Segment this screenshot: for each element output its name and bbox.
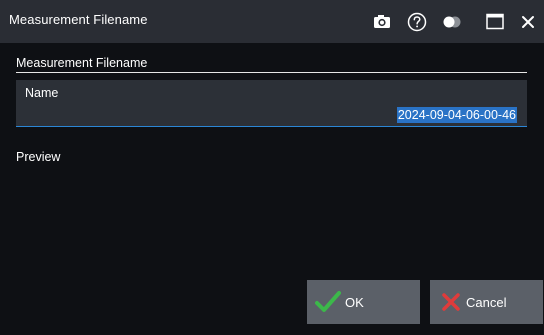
dialog-titlebar: Measurement Filename <box>0 0 544 43</box>
cancel-button-label: Cancel <box>466 294 507 310</box>
name-field-label: Name <box>25 86 59 100</box>
measurement-filename-dialog: Measurement Filename Measurement Filenam… <box>0 0 544 335</box>
section-header: Measurement Filename <box>16 56 527 73</box>
ok-button-label: OK <box>345 294 364 310</box>
help-icon[interactable] <box>403 8 431 36</box>
checkmark-icon <box>315 291 341 312</box>
name-field[interactable]: Name 2024-09-04-06-00-46 <box>16 80 527 127</box>
ok-button[interactable]: OK <box>307 280 420 324</box>
cancel-button[interactable]: Cancel <box>430 280 543 324</box>
close-icon[interactable] <box>514 8 542 36</box>
dialog-title: Measurement Filename <box>9 12 148 27</box>
preview-label: Preview <box>16 150 61 164</box>
cancel-x-icon <box>442 293 460 311</box>
name-field-value[interactable]: 2024-09-04-06-00-46 <box>396 107 517 123</box>
toggle-icon[interactable] <box>438 8 466 36</box>
camera-icon[interactable] <box>368 8 396 36</box>
maximize-icon[interactable] <box>481 8 509 36</box>
